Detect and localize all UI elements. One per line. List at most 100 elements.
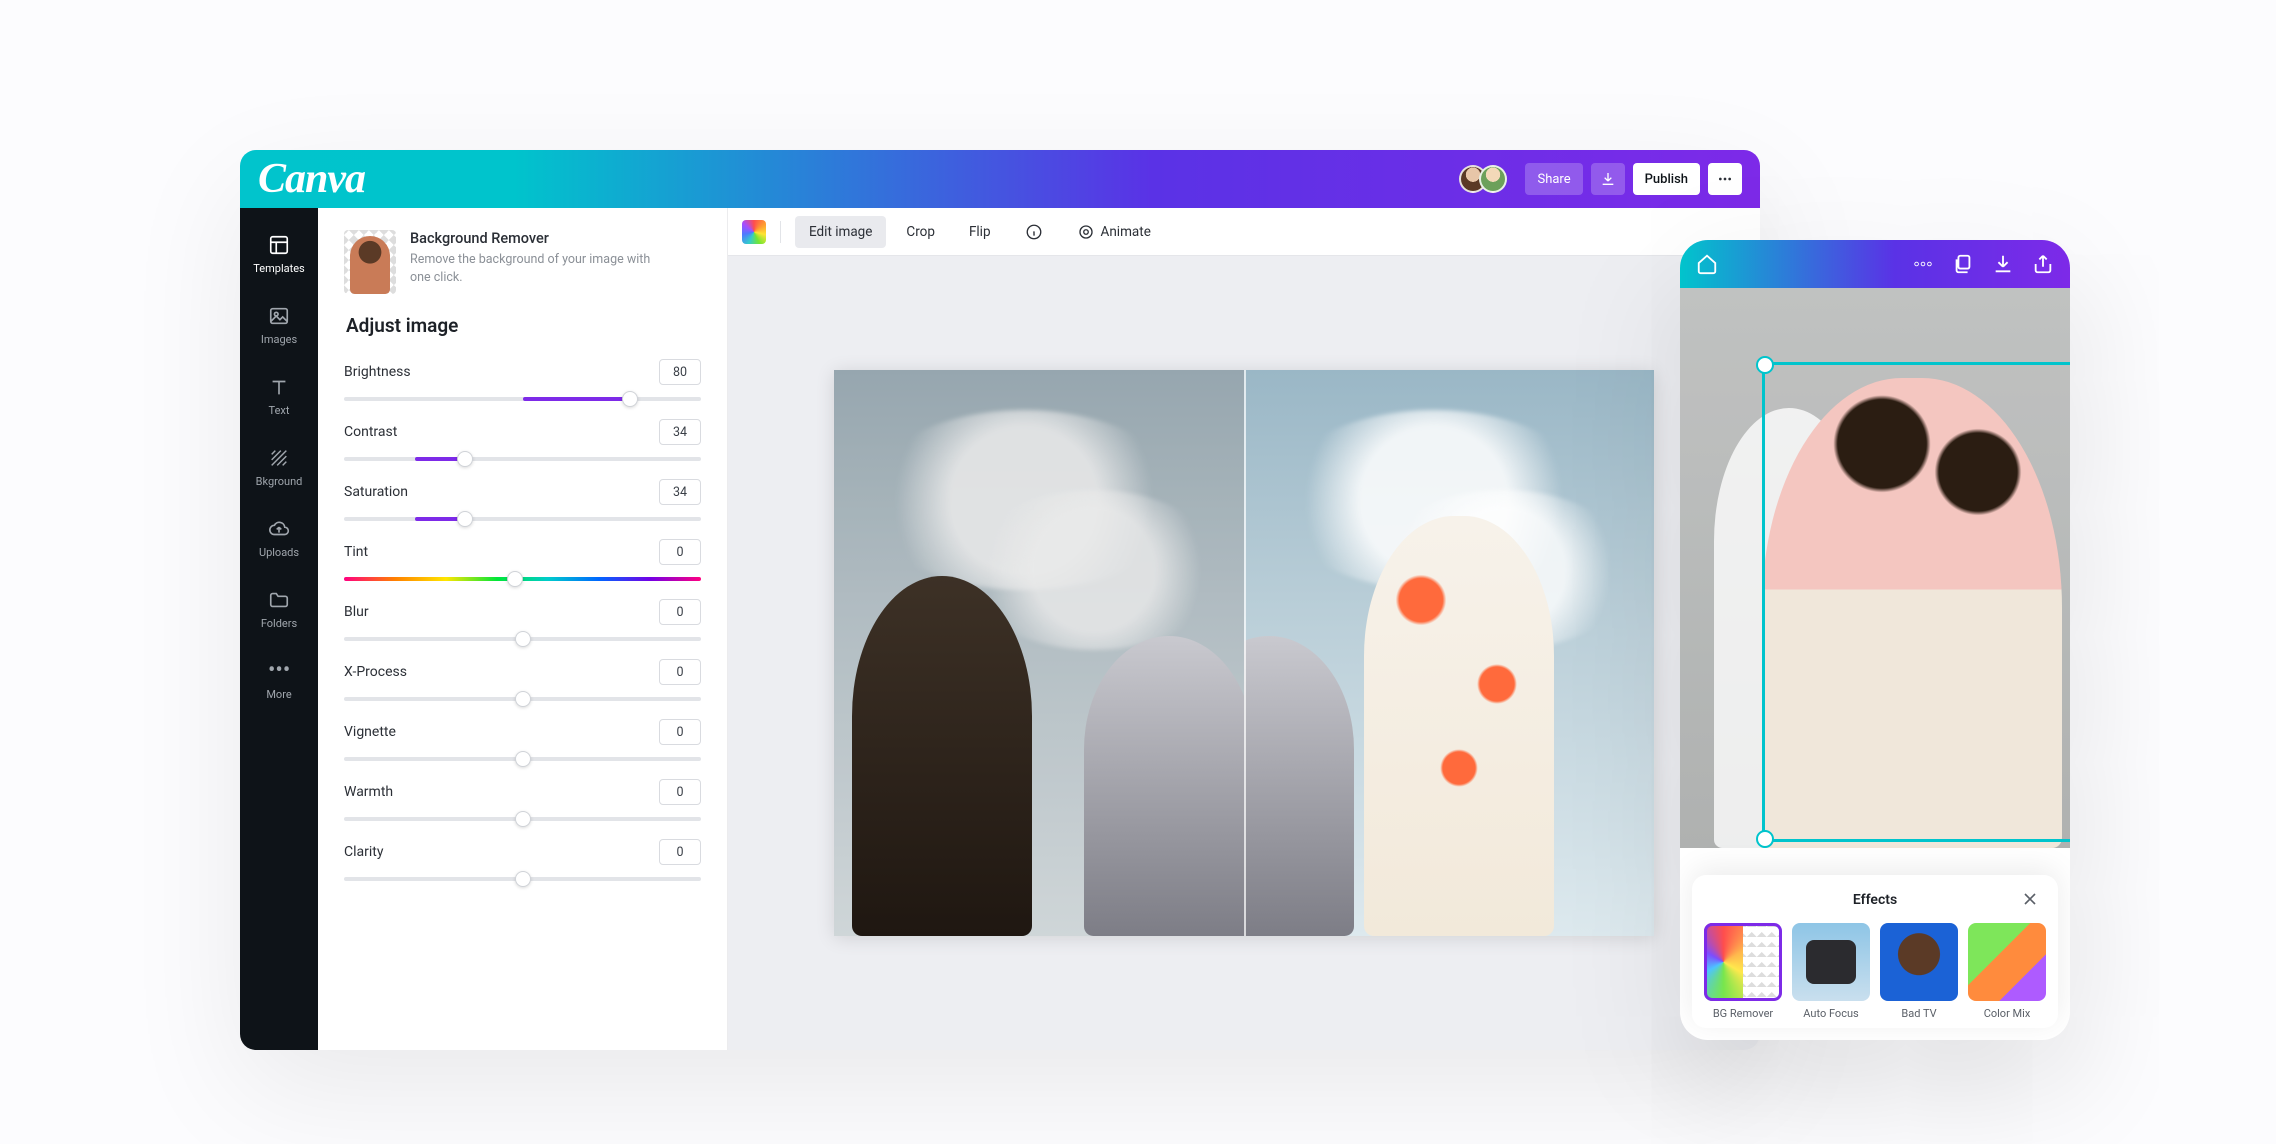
slider-value[interactable]: 34 <box>659 479 701 505</box>
home-button[interactable] <box>1696 253 1718 275</box>
bg-remover-title: Background Remover <box>410 230 660 247</box>
nav-label: Templates <box>253 262 304 275</box>
slider-thumb[interactable] <box>515 631 531 647</box>
slider-track[interactable] <box>344 637 701 641</box>
effect-label: Bad TV <box>1880 1007 1958 1020</box>
slider-thumb[interactable] <box>515 751 531 767</box>
slider-track[interactable] <box>344 697 701 701</box>
slider-label: Saturation <box>344 484 408 500</box>
canvas-area: Edit image Crop Flip Animate <box>728 208 1760 1050</box>
avatar[interactable] <box>1479 165 1507 193</box>
pages-icon <box>1952 253 1974 275</box>
pages-button[interactable] <box>1952 253 1974 275</box>
home-icon <box>1696 253 1718 275</box>
slider-value[interactable]: 0 <box>659 599 701 625</box>
download-button[interactable] <box>1591 163 1625 195</box>
slider-label: Tint <box>344 544 368 560</box>
effect-thumbnail <box>1704 923 1782 1001</box>
slider-label: Contrast <box>344 424 397 440</box>
info-button[interactable] <box>1011 216 1057 248</box>
nav-item-folders[interactable]: Folders <box>240 575 318 646</box>
background-remover-card[interactable]: Background Remover Remove the background… <box>344 230 701 294</box>
effects-sheet: Effects BG Remover Auto Focus Bad TV Col… <box>1692 875 2058 1028</box>
nav-item-templates[interactable]: Templates <box>240 220 318 291</box>
nav-item-uploads[interactable]: Uploads <box>240 504 318 575</box>
color-picker-swatch[interactable] <box>742 220 766 244</box>
bg-remover-description: Remove the background of your image with… <box>410 251 660 287</box>
slider-tint: Tint 0 <box>344 539 701 581</box>
upload-icon <box>268 518 290 540</box>
nav-label: More <box>266 688 291 701</box>
share-button[interactable]: Share <box>1525 163 1582 195</box>
slider-thumb[interactable] <box>507 571 523 587</box>
slider-value[interactable]: 0 <box>659 659 701 685</box>
slider-value[interactable]: 0 <box>659 779 701 805</box>
selection-box[interactable] <box>1762 362 2070 842</box>
effect-thumbnail <box>1880 923 1958 1001</box>
slider-track[interactable] <box>344 517 701 521</box>
folder-icon <box>268 589 290 611</box>
flip-button[interactable]: Flip <box>955 216 1005 248</box>
slider-value[interactable]: 34 <box>659 419 701 445</box>
slider-brightness: Brightness 80 <box>344 359 701 401</box>
canvas-stage[interactable] <box>834 370 1654 936</box>
nav-item-background[interactable]: Bkground <box>240 433 318 504</box>
templates-icon <box>268 234 290 256</box>
slider-thumb[interactable] <box>515 871 531 887</box>
effect-badtv[interactable]: Bad TV <box>1880 923 1958 1020</box>
split-handle[interactable] <box>1244 370 1246 936</box>
animate-button[interactable]: Animate <box>1063 216 1165 248</box>
slider-value[interactable]: 0 <box>659 719 701 745</box>
more-menu-button[interactable] <box>1708 163 1742 195</box>
slider-contrast: Contrast 34 <box>344 419 701 461</box>
slider-value[interactable]: 80 <box>659 359 701 385</box>
nav-item-more[interactable]: ••• More <box>240 646 318 717</box>
close-icon <box>2020 889 2040 909</box>
slider-thumb[interactable] <box>457 511 473 527</box>
image-icon <box>268 305 290 327</box>
slider-blur: Blur 0 <box>344 599 701 641</box>
slider-track[interactable] <box>344 577 701 581</box>
close-button[interactable] <box>2020 889 2042 911</box>
share-button[interactable] <box>2032 253 2054 275</box>
download-icon <box>1600 171 1616 187</box>
more-horizontal-icon <box>1717 171 1733 187</box>
effect-colormix[interactable]: Color Mix <box>1968 923 2046 1020</box>
slider-thumb[interactable] <box>622 391 638 407</box>
nav-item-text[interactable]: Text <box>240 362 318 433</box>
slider-thumb[interactable] <box>515 811 531 827</box>
collaborator-avatars[interactable] <box>1467 165 1507 193</box>
nav-label: Folders <box>261 617 297 630</box>
slider-track[interactable] <box>344 817 701 821</box>
download-button[interactable] <box>1992 253 2014 275</box>
slider-track[interactable] <box>344 877 701 881</box>
left-nav: Templates Images Text Bkground Uploads F… <box>240 208 318 1050</box>
share-icon <box>2032 253 2054 275</box>
crop-button[interactable]: Crop <box>892 216 949 248</box>
effect-label: BG Remover <box>1704 1007 1782 1020</box>
background-icon <box>268 447 290 469</box>
slider-saturation: Saturation 34 <box>344 479 701 521</box>
download-icon <box>1992 253 2014 275</box>
resize-handle-tl[interactable] <box>1756 356 1774 374</box>
effect-bgremover[interactable]: BG Remover <box>1704 923 1782 1020</box>
slider-warmth: Warmth 0 <box>344 779 701 821</box>
slider-thumb[interactable] <box>515 691 531 707</box>
publish-button[interactable]: Publish <box>1633 163 1700 195</box>
effect-autofocus[interactable]: Auto Focus <box>1792 923 1870 1020</box>
slider-value[interactable]: 0 <box>659 839 701 865</box>
slider-xprocess: X-Process 0 <box>344 659 701 701</box>
more-button[interactable] <box>1912 253 1934 275</box>
animate-label: Animate <box>1101 224 1151 240</box>
slider-thumb[interactable] <box>457 451 473 467</box>
slider-label: Brightness <box>344 364 411 380</box>
mobile-canvas[interactable] <box>1680 288 2070 848</box>
nav-item-images[interactable]: Images <box>240 291 318 362</box>
slider-value[interactable]: 0 <box>659 539 701 565</box>
slider-track[interactable] <box>344 457 701 461</box>
slider-track[interactable] <box>344 397 701 401</box>
edit-image-button[interactable]: Edit image <box>795 216 886 248</box>
mobile-editor-window: Effects BG Remover Auto Focus Bad TV Col… <box>1680 240 2070 1040</box>
slider-track[interactable] <box>344 757 701 761</box>
resize-handle-bl[interactable] <box>1756 830 1774 848</box>
